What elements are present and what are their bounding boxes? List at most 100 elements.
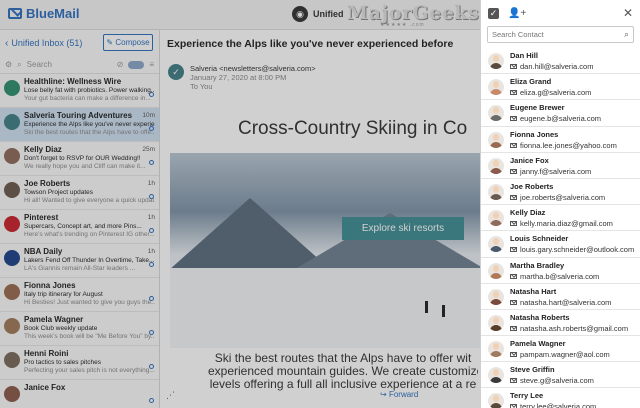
unread-dot-icon[interactable]	[149, 262, 154, 267]
contact-row[interactable]: Natasha Hart natasha.hart@salveria.com	[481, 284, 640, 310]
compose-button[interactable]: ✎ Compose	[103, 34, 153, 51]
newsletter-headline: Cross-Country Skiing in Co	[238, 118, 468, 139]
sender-name[interactable]: Salveria <newsletters@salveria.com>	[190, 64, 316, 73]
contact-email-line: terry.lee@salveria.com	[510, 402, 640, 408]
contact-email-line: eliza.g@salveria.com	[510, 88, 640, 97]
contact-row[interactable]: Pamela Wagner pampam.wagner@aol.com	[481, 336, 640, 363]
contact-avatar	[488, 131, 504, 148]
message-subject: Don't forget to RSVP for OUR Wedding!!	[24, 155, 141, 162]
bluemail-logo-icon	[8, 8, 22, 19]
message-time: 1h	[147, 180, 155, 187]
contact-row[interactable]: Fionna Jones fionna.lee.jones@yahoo.com	[481, 127, 640, 153]
message-time: 25m	[142, 146, 155, 153]
folder-label[interactable]: Unified Inbox (51)	[11, 38, 82, 48]
contact-row[interactable]: Natasha Roberts natasha.ash.roberts@gmail…	[481, 310, 640, 337]
compose-label: Compose	[115, 38, 150, 47]
message-row[interactable]: Pamela Wagner Book Club weekly update This…	[0, 312, 159, 346]
message-row[interactable]: Fionna Jones Italy trip itinerary for Aug…	[0, 278, 159, 312]
message-row[interactable]: Janice Fox	[0, 380, 159, 408]
envelope-icon	[510, 90, 517, 96]
contact-row[interactable]: Kelly Diaz kelly.maria.diaz@gmail.com	[481, 205, 640, 232]
sender-avatar	[4, 250, 20, 266]
contact-row[interactable]: Joe Roberts joe.roberts@salveria.com	[481, 179, 640, 206]
email-recipient: To You	[190, 82, 213, 91]
envelope-icon	[510, 404, 517, 408]
contact-email-line: fionna.lee.jones@yahoo.com	[510, 141, 640, 150]
skier-figure	[425, 301, 428, 313]
contact-name: Joe Roberts	[510, 181, 554, 191]
contact-email-line: louis.gary.schneider@outlook.com	[510, 245, 640, 254]
contact-name: Fionna Jones	[510, 129, 559, 139]
message-preview: Perfecting your sales pitch is not every…	[24, 367, 155, 374]
avatar-body	[490, 115, 502, 122]
message-subject: Pro tactics to sales pitches	[24, 359, 101, 366]
unread-dot-icon[interactable]	[149, 364, 154, 369]
message-preview: We really hope you and Cliff can make it…	[24, 163, 146, 170]
back-arrow-icon[interactable]: ‹	[5, 38, 8, 49]
contact-row[interactable]: Terry Lee terry.lee@salveria.com	[481, 388, 640, 408]
contact-avatar	[488, 367, 504, 384]
envelope-icon	[510, 142, 517, 148]
message-sender: Fionna Jones	[24, 281, 76, 290]
contact-row[interactable]: Martha Bradley martha.b@salveria.com	[481, 258, 640, 284]
message-preview: This week's book will be "Me Before You"…	[24, 333, 155, 340]
message-row[interactable]: Healthline: Wellness Wire Lose belly fat …	[0, 74, 159, 108]
contact-row[interactable]: Steve Griffin steve.g@salveria.com	[481, 362, 640, 389]
focus-toggle[interactable]	[128, 60, 145, 69]
contact-search-input[interactable]	[492, 30, 622, 39]
close-icon[interactable]: ✕	[623, 6, 633, 20]
message-row[interactable]: Henni Roini Pro tactics to sales pitches P…	[0, 346, 159, 380]
contact-name: Louis Schneider	[510, 234, 569, 244]
contact-row[interactable]: Janice Fox janny.f@salveria.com	[481, 153, 640, 179]
message-preview: Your gut bacteria can make a difference …	[24, 95, 151, 102]
message-row[interactable]: Pinterest Supercars, Concept art, and mor…	[0, 210, 159, 244]
avatar-body	[490, 351, 502, 358]
menu-icon[interactable]: ≡	[149, 60, 154, 69]
contact-row[interactable]: Eliza Grand eliza.g@salveria.com	[481, 74, 640, 101]
message-sender: Pinterest	[24, 213, 59, 222]
ski-hero-image: Explore ski resorts	[170, 153, 480, 348]
unified-switch[interactable]: ◉ Unified	[292, 6, 344, 22]
contact-email-line: dan.hill@salveria.com	[510, 62, 640, 71]
message-row[interactable]: Joe Roberts Towson Project updates Hi all!…	[0, 176, 159, 210]
avatar-body	[490, 220, 502, 227]
mute-icon[interactable]: ⊘	[117, 60, 124, 69]
contact-email: eliza.g@salveria.com	[520, 88, 592, 98]
unread-dot-icon[interactable]	[149, 330, 154, 335]
contact-name: Steve Griffin	[510, 365, 555, 375]
unread-dot-icon[interactable]	[149, 194, 154, 199]
message-row[interactable]: Kelly Diaz Don't forget to RSVP for OUR W…	[0, 142, 159, 176]
contact-avatar	[488, 236, 504, 253]
filter-icon[interactable]: ⚙	[5, 60, 12, 69]
unread-dot-icon[interactable]	[149, 126, 154, 131]
message-subject: Towson Project updates	[24, 189, 94, 196]
forward-button[interactable]: ↪ Forward	[380, 390, 418, 399]
explore-ski-resorts-button[interactable]: Explore ski resorts	[342, 217, 464, 240]
sender-avatar	[4, 114, 20, 130]
message-preview: Ski the best routes that the Alps have t…	[24, 129, 155, 136]
message-row[interactable]: NBA Daily Lakers Fend Off Thunder In Over…	[0, 244, 159, 278]
contact-email-line: natasha.ash.roberts@gmail.com	[510, 324, 640, 333]
message-time: 10m	[142, 112, 155, 119]
mail-search-input[interactable]: Search	[27, 60, 52, 69]
unread-dot-icon[interactable]	[149, 228, 154, 233]
avatar-head	[493, 316, 499, 324]
contact-email: louis.gary.schneider@outlook.com	[520, 245, 635, 255]
unread-dot-icon[interactable]	[149, 398, 154, 403]
account-avatar-icon: ◉	[292, 6, 308, 22]
contact-row[interactable]: Eugene Brewer eugene.b@salveria.com	[481, 100, 640, 127]
avatar-head	[493, 107, 499, 115]
contact-avatar	[488, 210, 504, 227]
envelope-icon	[510, 299, 517, 305]
unread-dot-icon[interactable]	[149, 92, 154, 97]
contact-row[interactable]: Louis Schneider louis.gary.schneider@outl…	[481, 231, 640, 258]
avatar-body	[490, 167, 502, 174]
message-row[interactable]: Salveria Touring Adventures Experience th…	[0, 108, 159, 142]
sender-avatar	[4, 318, 20, 334]
contact-row[interactable]: Dan Hill dan.hill@salveria.com	[481, 48, 640, 75]
unread-dot-icon[interactable]	[149, 160, 154, 165]
share-icon[interactable]: ⋰	[166, 390, 175, 401]
unread-dot-icon[interactable]	[149, 296, 154, 301]
add-contact-icon[interactable]: 👤+	[508, 8, 526, 19]
select-all-checkbox-icon[interactable]: ✓	[488, 7, 499, 19]
